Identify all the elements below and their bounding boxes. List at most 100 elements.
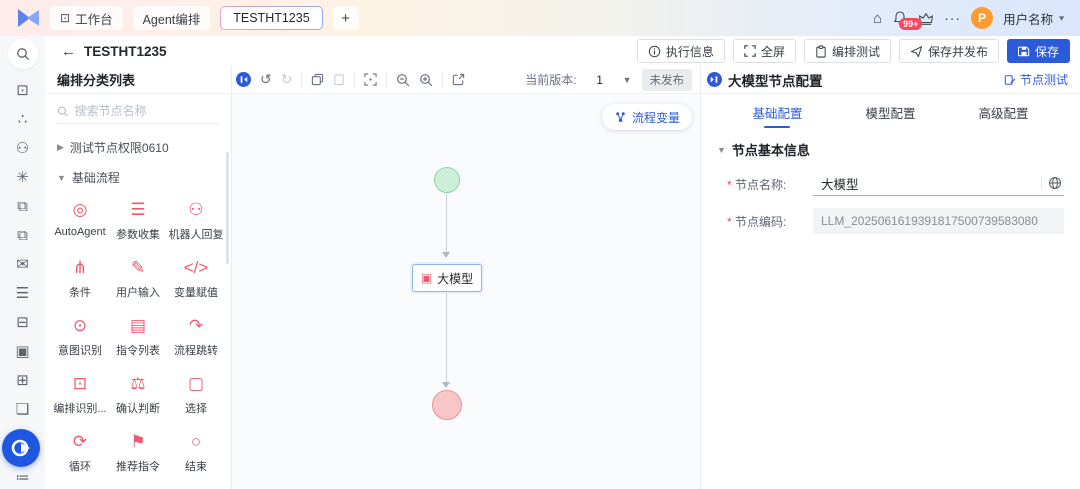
collapsed-list-icon[interactable]: ≔	[16, 469, 30, 486]
edge-start-to-llm	[446, 194, 447, 252]
window-grid-icon[interactable]: ⊞	[16, 373, 29, 389]
tab-workspace-label: 工作台	[75, 9, 113, 28]
flow-variables-button[interactable]: 流程变量	[602, 104, 692, 130]
recommend-command-icon: ⚑	[130, 432, 145, 452]
node-item-select[interactable]: ▢选择	[167, 374, 225, 416]
tab-agent-label: Agent编排	[143, 9, 201, 28]
copy-icon[interactable]	[311, 73, 324, 86]
new-tab-button[interactable]: +	[333, 6, 359, 30]
llm-node-selected[interactable]: ▣ 大模型	[412, 264, 482, 292]
node-item-loop[interactable]: ⟳循环	[51, 432, 109, 474]
export-icon[interactable]	[452, 73, 465, 86]
node-item-confirm-judge[interactable]: ⚖确认判断	[109, 374, 167, 416]
version-area: 当前版本: 1 ▼ 未发布	[525, 69, 692, 91]
node-item-intent-detect[interactable]: ⊙意图识别	[51, 316, 109, 358]
agent-icon[interactable]: ⚇	[16, 141, 29, 157]
node-item-user-input[interactable]: ✎用户输入	[109, 258, 167, 300]
group-label: 基础流程	[72, 169, 120, 186]
orchestration-test-button[interactable]: 编排测试	[804, 39, 891, 63]
tab-basic-config[interactable]: 基础配置	[750, 95, 804, 128]
more-menu-button[interactable]: ···	[944, 10, 961, 26]
panel-title: 编排分类列表	[45, 66, 231, 94]
global-search-button[interactable]	[8, 39, 38, 69]
folder-icon[interactable]: ▣	[15, 344, 29, 360]
group-basic-flow[interactable]: ▼ 基础流程	[45, 160, 231, 190]
rail-icon-stack: ⊡ ∴ ⚇ ✳ ⧉ ⧉ ✉ ☰ ⊟ ▣ ⊞ ❏ ≣	[15, 83, 29, 447]
collapse-left-panel-toggle[interactable]	[236, 72, 251, 87]
info-icon	[648, 45, 661, 58]
node-search-input[interactable]	[75, 104, 219, 118]
tab-workspace[interactable]: ⊡ 工作台	[50, 6, 123, 30]
fullscreen-button[interactable]: 全屏	[733, 39, 796, 63]
code-window-icon[interactable]: ⧉	[17, 199, 28, 215]
exec-info-button[interactable]: 执行信息	[637, 39, 725, 63]
flow-variables-icon	[614, 111, 627, 124]
input-divider	[1041, 176, 1042, 190]
snowflake-icon[interactable]: ✳	[16, 170, 29, 186]
assistant-fab-button[interactable]	[2, 429, 40, 467]
flow-canvas[interactable]: 流程变量 ▣ 大模型	[232, 94, 700, 489]
node-item-autoagent[interactable]: ◎AutoAgent	[51, 200, 109, 242]
node-code-value: LLM_2025061619391817500739583080	[813, 208, 1064, 234]
tab-model-config[interactable]: 模型配置	[863, 95, 917, 128]
node-item-flow-jump[interactable]: ↷流程跳转	[167, 316, 225, 358]
clipboard-icon	[815, 45, 827, 58]
chevron-down-icon[interactable]: ▼	[623, 75, 632, 85]
variable-assign-icon: </>	[184, 258, 209, 278]
auto-agent-icon: ◎	[73, 200, 88, 220]
tab-advanced-config[interactable]: 高级配置	[976, 95, 1030, 128]
monitor-icon: ⊡	[60, 11, 70, 25]
globe-icon[interactable]	[1048, 176, 1062, 190]
node-config-panel: 大模型节点配置 节点测试 基础配置 模型配置 高级配置 ▼ 节点基本信息	[700, 66, 1080, 489]
back-arrow-icon[interactable]: ←	[61, 43, 76, 60]
save-button[interactable]: 保存	[1007, 39, 1070, 63]
node-item-end[interactable]: ○结束	[167, 432, 225, 474]
llm-node-label: 大模型	[437, 270, 473, 287]
start-node[interactable]	[434, 167, 460, 193]
tab-agent-orchestration[interactable]: Agent编排	[133, 6, 211, 30]
flow-nodes-icon[interactable]: ⊟	[16, 315, 29, 331]
zoom-in-icon[interactable]	[419, 73, 433, 87]
node-item-recommend-command[interactable]: ⚑推荐指令	[109, 432, 167, 474]
node-item-robot-reply[interactable]: ⚇机器人回复	[167, 200, 225, 242]
node-test-link[interactable]: 节点测试	[1004, 71, 1068, 88]
toolbar-divider	[386, 73, 387, 86]
select-icon: ▢	[188, 374, 204, 394]
section-node-basic-info[interactable]: ▼ 节点基本信息	[701, 128, 1080, 167]
node-item-orchestration-detect[interactable]: ⊡编排识别...	[51, 374, 109, 416]
zoom-out-icon[interactable]	[396, 73, 410, 87]
group-test-node-perm[interactable]: ▶ 测试节点权限0610	[45, 130, 231, 160]
node-name-input-wrap	[813, 173, 1064, 196]
redo-icon[interactable]: ↻	[281, 71, 293, 88]
user-input-icon: ✎	[131, 258, 145, 278]
org-chart-icon[interactable]: ∴	[18, 112, 28, 128]
node-test-label: 节点测试	[1020, 71, 1068, 88]
config-tabs: 基础配置 模型配置 高级配置	[701, 94, 1080, 128]
publish-status-badge: 未发布	[642, 69, 693, 91]
end-node[interactable]	[432, 390, 462, 420]
chat-window-icon[interactable]: ❏	[16, 402, 29, 418]
fit-view-icon[interactable]	[364, 73, 377, 86]
tab-testht1235[interactable]: TESTHT1235	[221, 7, 321, 29]
monitor-icon[interactable]: ⊡	[16, 83, 29, 99]
save-publish-button[interactable]: 保存并发布	[899, 39, 999, 63]
user-menu[interactable]: 用户名称 ▼	[1003, 9, 1066, 28]
node-item-variable-assign[interactable]: </>变量赋值	[167, 258, 225, 300]
paste-icon[interactable]	[333, 73, 345, 86]
collapse-config-panel-toggle[interactable]	[707, 72, 722, 87]
code-window-2-icon[interactable]: ⧉	[17, 228, 28, 244]
node-search	[57, 104, 219, 124]
node-item-param-collect[interactable]: ☰参数收集	[109, 200, 167, 242]
mail-settings-icon[interactable]: ✉	[16, 257, 29, 273]
sliders-icon[interactable]: ☰	[16, 286, 29, 302]
notifications-button[interactable]: 99+	[892, 10, 908, 26]
node-item-command-list[interactable]: ▤指令列表	[109, 316, 167, 358]
avatar[interactable]: P	[971, 7, 993, 29]
version-select-value[interactable]: 1	[583, 73, 617, 87]
home-icon[interactable]: ⌂	[873, 10, 882, 27]
node-item-condition[interactable]: ⋔条件	[51, 258, 109, 300]
send-icon	[910, 45, 923, 58]
undo-icon[interactable]: ↺	[260, 71, 272, 88]
node-name-input[interactable]	[821, 176, 1035, 190]
panel-scrollbar[interactable]	[226, 152, 229, 264]
